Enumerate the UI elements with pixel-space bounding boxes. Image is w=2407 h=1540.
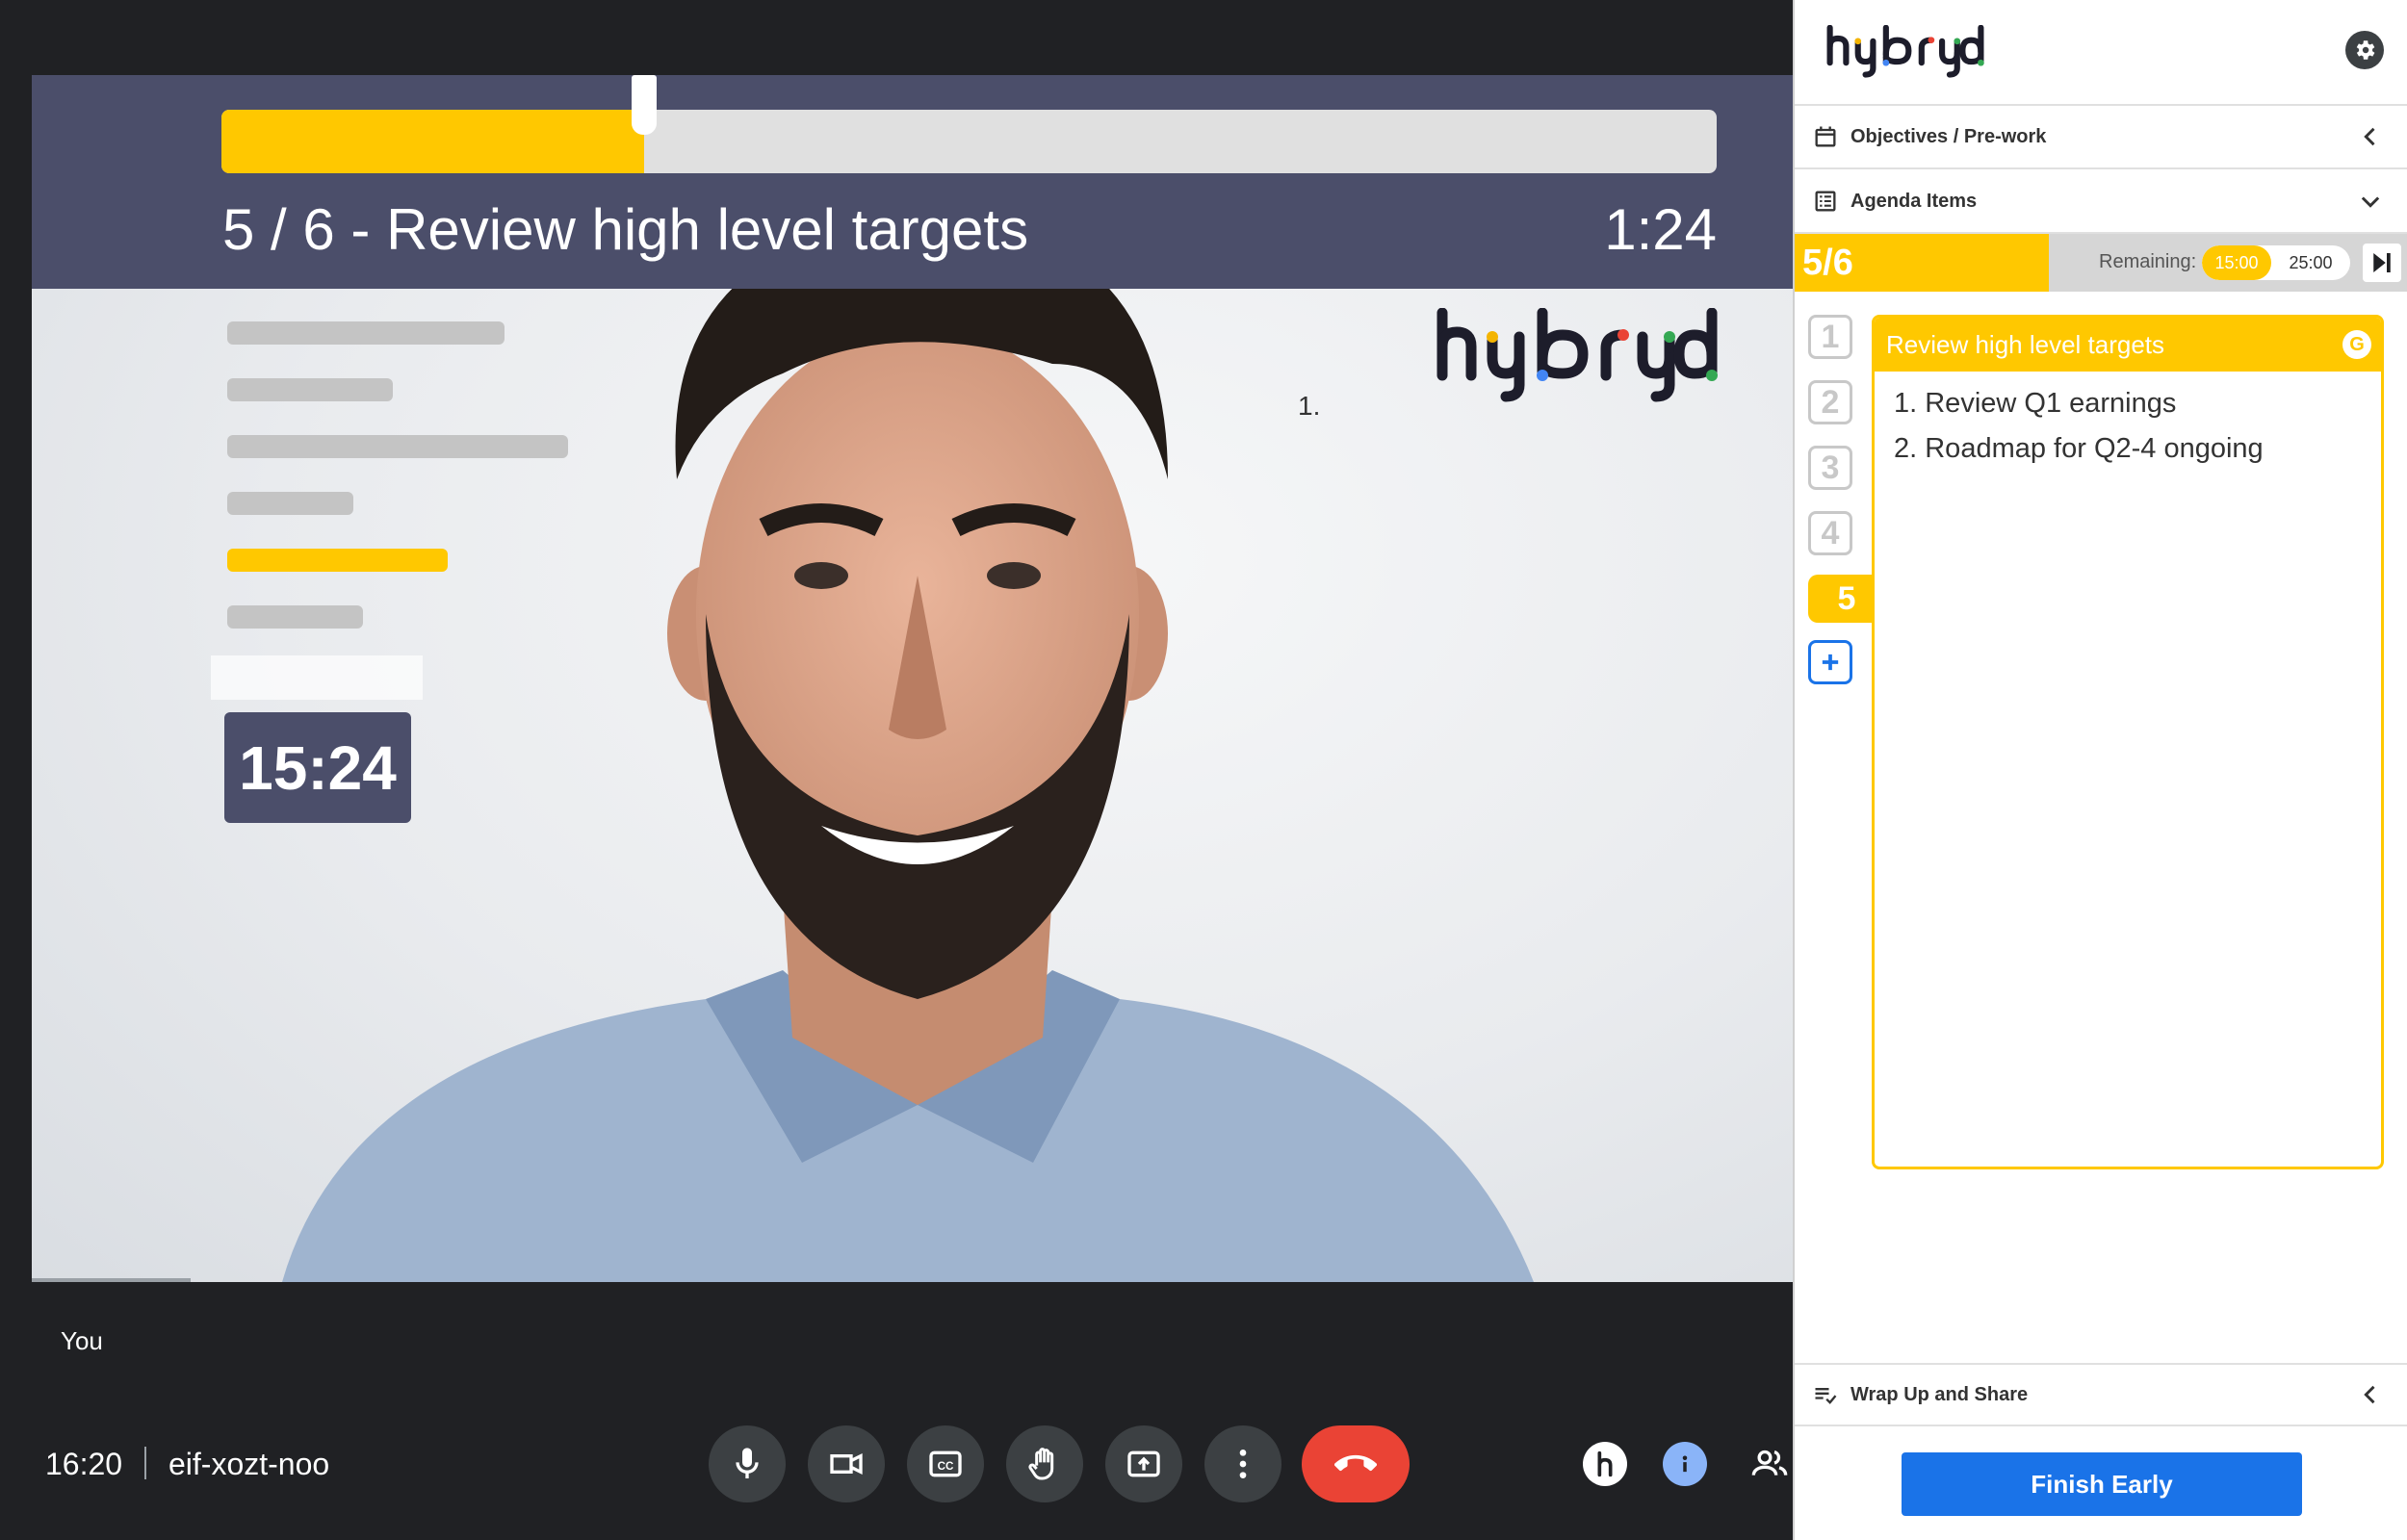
hybryd-logo: [1826, 25, 1984, 78]
meeting-code: eif-xozt-noo: [168, 1447, 330, 1481]
agenda-progress-fill: [221, 110, 645, 173]
remaining-label: Remaining:: [2099, 251, 2197, 272]
hybryd-logo: [1436, 308, 1718, 402]
people-button[interactable]: [1747, 1442, 1792, 1486]
agenda-progress-handle[interactable]: [632, 75, 658, 135]
placeholder-box: [211, 655, 423, 700]
agenda-progress-row: 5/6 Remaining: 15:00 25:00: [1795, 234, 2407, 292]
agenda-progress-bar: [221, 110, 1717, 173]
present-icon: [1127, 1450, 1160, 1477]
video-divider: [32, 1278, 191, 1282]
divider: [144, 1447, 146, 1479]
agenda-item-time: 1:24: [1604, 197, 1717, 262]
participant-video: 5 / 6 - Review high level targets 1:24 1…: [32, 75, 1793, 1282]
settings-button[interactable]: [2345, 31, 2384, 69]
placeholder-line: [227, 435, 568, 458]
more-options-button[interactable]: [1204, 1425, 1281, 1502]
list-icon: [1815, 191, 1836, 212]
agenda-count: 5/6: [1795, 234, 2049, 292]
agenda-tab-2[interactable]: 2: [1808, 380, 1852, 424]
agenda-section-toggle[interactable]: Agenda Items: [1795, 170, 2407, 234]
checklist-icon: [1815, 1388, 1837, 1404]
objectives-label: Objectives / Pre-work: [1851, 125, 2047, 147]
people-icon: [1751, 1450, 1788, 1476]
remaining-current: 15:00: [2202, 245, 2271, 280]
add-agenda-item-button[interactable]: [1808, 640, 1852, 684]
mic-icon: [736, 1448, 759, 1478]
agenda-item-title: 5 / 6 - Review high level targets: [222, 197, 1029, 262]
end-call-button[interactable]: [1302, 1425, 1410, 1502]
camera-icon: [830, 1452, 863, 1476]
agenda-item-card-title: Review high level targets: [1886, 330, 2165, 359]
captions-button[interactable]: CC: [907, 1425, 984, 1502]
objectives-section-toggle[interactable]: Objectives / Pre-work: [1795, 106, 2407, 169]
camera-button[interactable]: [808, 1425, 885, 1502]
chevron-down-icon: [2361, 196, 2380, 208]
remaining-total: 25:00: [2289, 253, 2333, 272]
agenda-item-points: 1. Review Q1 earnings 2. Roadmap for Q2-…: [1875, 372, 2381, 472]
agenda-label: Agenda Items: [1851, 190, 1978, 212]
placeholder-line-highlight: [227, 549, 448, 572]
present-button[interactable]: [1105, 1425, 1182, 1502]
placeholder-line: [227, 605, 363, 629]
next-item-button[interactable]: [2363, 244, 2401, 282]
agenda-header: 5 / 6 - Review high level targets 1:24: [32, 75, 1793, 289]
remaining-time-pill: 15:00 25:00: [2202, 245, 2350, 280]
hybryd-side-panel: Objectives / Pre-work Agenda Items 5/6 R…: [1793, 0, 2407, 1540]
list-marker: 1.: [1298, 391, 1321, 421]
more-options-icon: [1239, 1450, 1247, 1478]
list-item: 1. Review Q1 earnings: [1894, 388, 2177, 419]
placeholder-line: [227, 492, 353, 515]
svg-text:CC: CC: [938, 1460, 954, 1473]
gear-icon: [2356, 40, 2375, 60]
meeting-clock: 16:20: [45, 1447, 123, 1481]
owner-badge[interactable]: G: [2342, 330, 2371, 359]
calendar-icon: [1815, 126, 1836, 147]
wrap-up-label: Wrap Up and Share: [1851, 1383, 2029, 1405]
hybryd-h-icon: [1597, 1450, 1613, 1477]
plus-icon: [1822, 654, 1839, 671]
wrap-up-section-toggle[interactable]: Wrap Up and Share: [1795, 1363, 2407, 1426]
info-icon: [1682, 1455, 1688, 1473]
mic-button[interactable]: [709, 1425, 786, 1502]
list-item: 2. Roadmap for Q2-4 ongoing: [1894, 433, 2264, 464]
placeholder-line: [227, 321, 505, 345]
captions-icon: CC: [929, 1450, 962, 1477]
chevron-left-icon: [2364, 127, 2375, 146]
skip-next-icon: [2373, 253, 2391, 272]
placeholder-line: [227, 378, 393, 401]
end-call-icon: [1334, 1454, 1377, 1472]
meeting-stage: 5 / 6 - Review high level targets 1:24 1…: [0, 0, 1793, 1540]
participant-name: You: [61, 1326, 103, 1355]
countdown-timer: 15:24: [224, 712, 411, 823]
agenda-tab-1[interactable]: 1: [1808, 315, 1852, 359]
hybryd-button[interactable]: [1583, 1442, 1627, 1486]
meeting-info-button[interactable]: [1663, 1442, 1707, 1486]
agenda-tab-4[interactable]: 4: [1808, 511, 1852, 555]
agenda-item-card-header: Review high level targets G: [1875, 318, 2381, 372]
raise-hand-icon: [1028, 1448, 1054, 1480]
chevron-left-icon: [2364, 1385, 2375, 1404]
agenda-item-card: Review high level targets G 1. Review Q1…: [1872, 315, 2384, 1169]
raise-hand-button[interactable]: [1006, 1425, 1083, 1502]
finish-early-button[interactable]: Finish Early: [1902, 1452, 2302, 1516]
agenda-tab-3[interactable]: 3: [1808, 446, 1852, 490]
panel-header: [1795, 0, 2407, 106]
